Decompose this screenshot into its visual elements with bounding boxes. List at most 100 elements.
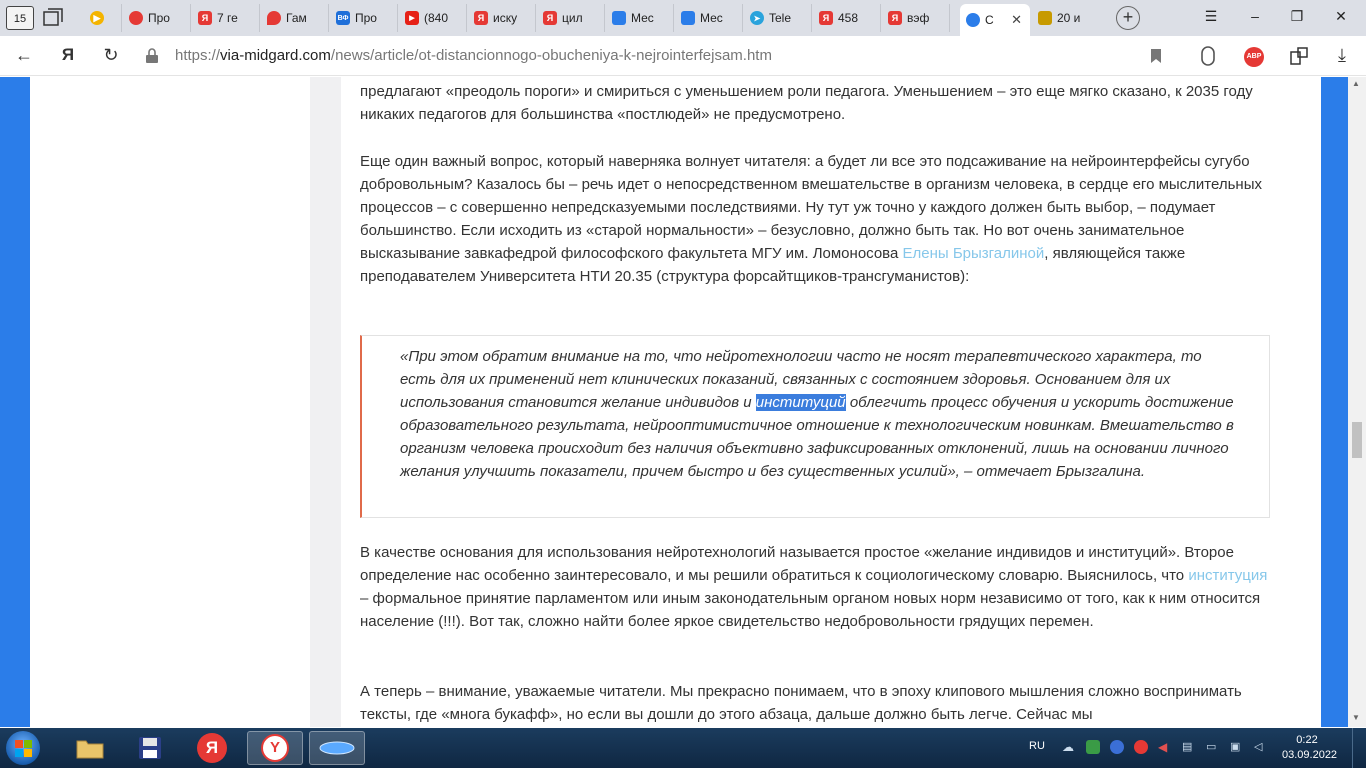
show-desktop-button[interactable] (1352, 728, 1366, 768)
bookmark-icon[interactable] (1150, 48, 1162, 64)
tab-6[interactable]: Я иску (468, 4, 536, 32)
tab-4[interactable]: ВФ Про (330, 4, 398, 32)
tab-14[interactable]: 20 и (1032, 4, 1100, 32)
scroll-down-arrow-icon[interactable]: ▼ (1352, 713, 1360, 722)
tab-0[interactable]: ▶ (84, 4, 122, 32)
tab-label: Гам (286, 11, 307, 25)
tab-label: цил (562, 11, 583, 25)
tab-1[interactable]: Про (123, 4, 191, 32)
download-icon[interactable]: ⤓ (1330, 45, 1354, 66)
tab-label: С (985, 13, 994, 27)
media-player-icon (319, 741, 355, 755)
close-window-button[interactable]: ✕ (1326, 8, 1356, 25)
system-clock[interactable]: 0:22 03.09.2022 (1282, 733, 1338, 763)
scrollbar-thumb[interactable] (1352, 422, 1362, 458)
home-tabs-counter-button[interactable]: 15 (6, 6, 34, 30)
menu-icon[interactable]: ☰ (1196, 8, 1226, 25)
tab-label: (840 (424, 11, 449, 25)
address-bar-url[interactable]: https://via-midgard.com/news/article/ot-… (175, 47, 772, 64)
protect-icon[interactable] (1201, 46, 1215, 66)
power-tray-icon[interactable]: ▭ (1206, 740, 1220, 754)
map-pin-icon (267, 11, 281, 25)
tab-strip: 15 ▶ Про Я 7 ге Гам ВФ Про ▶ (840 Я иску… (0, 0, 1366, 36)
windows-taskbar: Я Y RU ☁ ◀ ▤ ▭ ▣ ◁ 0:22 03.09.2022 (0, 728, 1366, 768)
language-indicator[interactable]: RU (1029, 740, 1045, 752)
clock-time: 0:22 (1296, 734, 1318, 746)
reload-icon[interactable]: ↻ (99, 45, 123, 66)
tray-app-icon[interactable] (1110, 740, 1124, 754)
floppy-disk-icon (139, 737, 161, 759)
maximize-button[interactable]: ❐ (1282, 8, 1312, 25)
volume-muted-icon[interactable]: ◀ (1158, 740, 1172, 754)
speaker-icon[interactable]: ◁ (1254, 740, 1268, 754)
folder-icon (76, 740, 104, 759)
yandex-logo-icon[interactable]: Я (56, 45, 80, 65)
messenger-icon (612, 11, 626, 25)
tab-5[interactable]: ▶ (840 (399, 4, 467, 32)
messenger-icon (681, 11, 695, 25)
quote-text: «При этом обратим внимание на то, что не… (400, 345, 1240, 483)
windows-logo-part (24, 740, 32, 748)
antivirus-tray-icon[interactable] (1134, 740, 1148, 754)
tab-8[interactable]: Мес (606, 4, 674, 32)
tab-manager-icon[interactable] (42, 7, 64, 27)
author-link[interactable]: Елены Брызгалиной (902, 245, 1044, 262)
tab-13-active[interactable]: С ✕ (960, 4, 1030, 36)
tab-label: Мес (700, 11, 723, 25)
tab-label: Tele (769, 11, 792, 25)
back-arrow-icon[interactable]: ← (12, 45, 36, 66)
tab-9[interactable]: Мес (675, 4, 743, 32)
clock-date: 03.09.2022 (1282, 749, 1338, 761)
article-paragraph-2: Еще один важный вопрос, который наверняк… (360, 150, 1270, 288)
tab-label: вэф (907, 11, 930, 25)
monitor-tray-icon[interactable]: ▣ (1230, 740, 1244, 754)
url-host: via-midgard.com (220, 47, 331, 64)
yandex-icon: Я (197, 733, 227, 763)
tab-label: 458 (838, 11, 859, 25)
yandex-icon: Я (474, 11, 488, 25)
url-path: /news/article/ot-distancionnogo-obucheni… (330, 47, 772, 64)
tab-2[interactable]: Я 7 ге (192, 4, 260, 32)
yandex-app-taskbar-button[interactable]: Я (184, 731, 240, 765)
security-shield-icon[interactable] (1086, 740, 1100, 754)
media-app-taskbar-button[interactable] (309, 731, 365, 765)
tab-3[interactable]: Гам (261, 4, 329, 32)
start-button[interactable] (6, 731, 40, 765)
lock-icon[interactable] (145, 48, 159, 64)
play-icon: ▶ (90, 11, 104, 25)
right-side-banner (1321, 77, 1348, 727)
selected-text-highlight[interactable]: институций (755, 394, 846, 411)
site-favicon-icon (129, 11, 143, 25)
yandex-icon: Я (543, 11, 557, 25)
blockquote: «При этом обратим внимание на то, что не… (360, 335, 1270, 518)
yandex-icon: Я (198, 11, 212, 25)
tab-11[interactable]: Я 458 (813, 4, 881, 32)
globe-icon (966, 13, 980, 27)
minimize-button[interactable]: – (1240, 8, 1270, 24)
network-tray-icon[interactable]: ☁ (1062, 740, 1076, 754)
yandex-browser-taskbar-button[interactable]: Y (247, 731, 303, 765)
windows-logo-part (15, 749, 23, 757)
display-tray-icon[interactable]: ▤ (1182, 740, 1196, 754)
telegram-icon: ➤ (750, 11, 764, 25)
close-tab-icon[interactable]: ✕ (1011, 12, 1022, 28)
definition-link[interactable]: институция (1188, 567, 1267, 584)
windows-logo-icon (15, 740, 23, 748)
vf-icon: ВФ (336, 11, 350, 25)
paragraph-text: – формальное принятие парламентом или ин… (360, 590, 1261, 630)
extensions-icon[interactable] (1289, 46, 1309, 66)
vertical-scrollbar[interactable]: ▲ ▼ (1348, 77, 1366, 727)
tab-label: 20 и (1057, 11, 1081, 25)
yandex-icon: Я (888, 11, 902, 25)
tab-12[interactable]: Я вэф (882, 4, 950, 32)
left-side-banner (0, 77, 30, 727)
url-scheme: https:// (175, 47, 221, 64)
new-tab-button[interactable]: + (1116, 6, 1140, 30)
scroll-up-arrow-icon[interactable]: ▲ (1352, 79, 1360, 88)
windows-logo-part (24, 749, 32, 757)
explorer-taskbar-button[interactable] (62, 731, 118, 765)
save-app-taskbar-button[interactable] (122, 731, 178, 765)
tab-7[interactable]: Я цил (537, 4, 605, 32)
tab-10[interactable]: ➤ Tele (744, 4, 812, 32)
adblock-icon[interactable]: ABP (1244, 47, 1264, 67)
